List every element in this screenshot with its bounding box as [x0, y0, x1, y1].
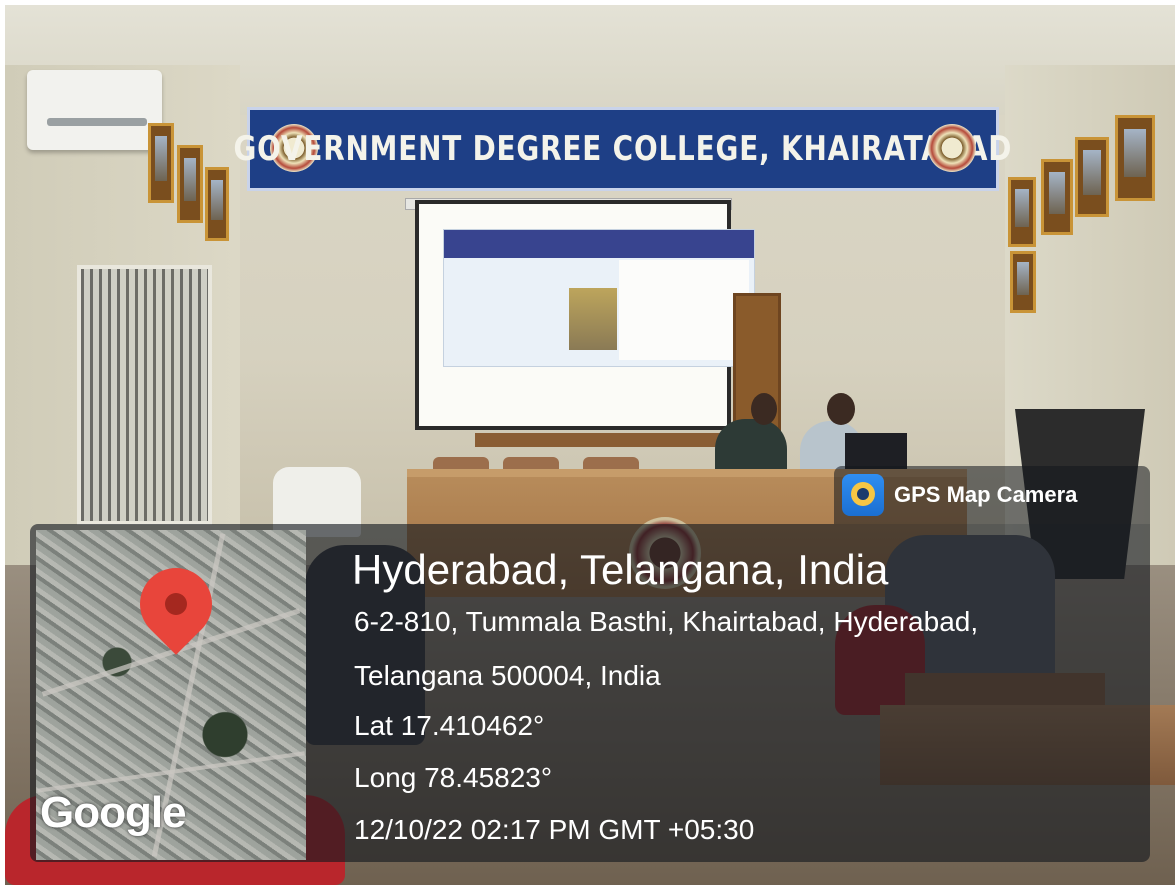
gps-app-name: GPS Map Camera	[894, 482, 1078, 507]
portrait-frame	[1041, 159, 1073, 235]
projected-header	[444, 230, 754, 258]
person-head	[751, 393, 777, 425]
location-title: Hyderabad, Telangana, India	[352, 546, 889, 593]
person-head	[827, 393, 855, 425]
address-line-2: Telangana 500004, India	[354, 660, 661, 691]
gps-app-label: GPS Map Camera	[834, 466, 1150, 524]
gps-map-camera-icon	[842, 474, 884, 516]
latitude: Lat 17.410462°	[354, 710, 545, 741]
banner-title: GOVERNMENT DEGREE COLLEGE, KHAIRATABAD	[233, 129, 1013, 169]
projected-website	[443, 229, 755, 367]
portrait-frame	[1075, 137, 1109, 217]
portrait-frame	[1008, 177, 1036, 247]
map-watermark: Google	[40, 788, 187, 837]
timestamp: 12/10/22 02:17 PM GMT +05:30	[354, 814, 755, 845]
longitude: Long 78.45823°	[354, 762, 553, 793]
map-pin-center	[165, 593, 187, 615]
portrait-frame	[1115, 115, 1155, 201]
portrait-frame	[177, 145, 203, 223]
college-banner: GOVERNMENT DEGREE COLLEGE, KHAIRATABAD	[234, 107, 1012, 191]
portrait-frame	[1010, 251, 1036, 313]
college-emblem	[928, 124, 976, 172]
portrait-frame	[148, 123, 174, 203]
address-line-1: 6-2-810, Tummala Basthi, Khairtabad, Hyd…	[354, 606, 979, 637]
projected-photo	[569, 288, 617, 350]
seated-person	[715, 419, 787, 474]
air-conditioner	[27, 70, 162, 150]
barred-window	[77, 265, 212, 525]
geotag-card: Google Hyderabad, Telangana, India 6-2-8…	[30, 524, 1150, 862]
portrait-frame	[205, 167, 229, 241]
satellite-map-thumbnail: Google	[36, 530, 306, 860]
board-ledge	[475, 433, 735, 447]
projected-panel	[619, 260, 749, 360]
